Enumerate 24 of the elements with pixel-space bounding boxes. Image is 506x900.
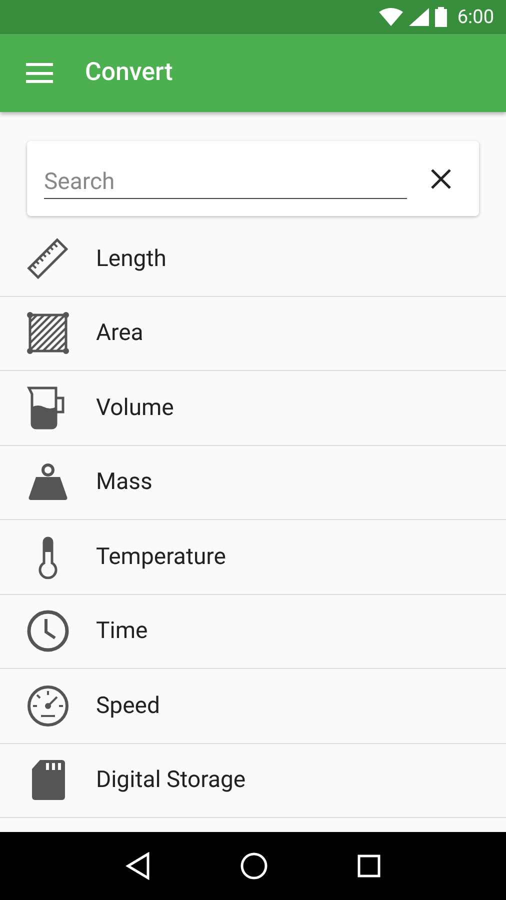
category-item[interactable]: Volume bbox=[0, 371, 506, 446]
search-bar[interactable]: Search bbox=[27, 141, 479, 216]
category-item[interactable]: Speed bbox=[0, 669, 506, 744]
close-button[interactable] bbox=[429, 166, 453, 190]
back-icon[interactable] bbox=[124, 852, 151, 880]
category-item[interactable]: Mass bbox=[0, 446, 506, 520]
hatched-square-icon bbox=[26, 311, 70, 356]
category-item[interactable]: Digital Storage bbox=[0, 744, 506, 818]
recents-icon[interactable] bbox=[357, 854, 382, 878]
ruler-icon bbox=[26, 236, 70, 281]
home-icon[interactable] bbox=[240, 852, 268, 880]
category-item[interactable]: Temperature bbox=[0, 520, 506, 594]
menu-button[interactable] bbox=[26, 63, 53, 83]
clock-icon bbox=[26, 609, 70, 654]
category-item[interactable]: Time bbox=[0, 594, 506, 669]
battery-icon bbox=[435, 7, 448, 27]
wifi-icon bbox=[379, 8, 404, 26]
category-item[interactable]: Length bbox=[0, 222, 506, 296]
cell-signal-icon bbox=[409, 8, 430, 26]
app-title: Convert bbox=[85, 57, 173, 90]
category-item[interactable]: Area bbox=[0, 296, 506, 371]
clock-time: 6:00 bbox=[457, 4, 494, 30]
search-field[interactable]: Search bbox=[44, 158, 407, 198]
speedometer-icon bbox=[26, 684, 70, 728]
